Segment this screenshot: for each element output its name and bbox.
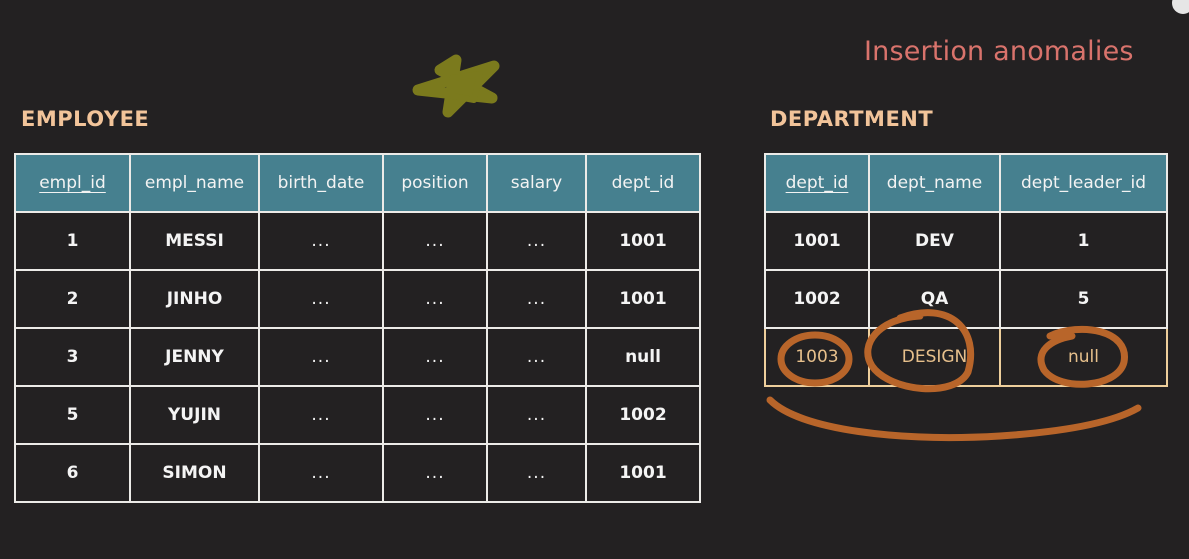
table-row: 5 YUJIN ... ... ... 1002 (14, 385, 701, 445)
column-header-label: dept_id (785, 173, 849, 193)
table-row: 2 JINHO ... ... ... 1001 (14, 269, 701, 329)
cell-salary: ... (486, 443, 587, 503)
table-row: 3 JENNY ... ... ... null (14, 327, 701, 387)
cell-dept-name: QA (868, 269, 1001, 329)
employee-table-label: EMPLOYEE (21, 107, 150, 131)
department-header-row: dept_id dept_name dept_leader_id (764, 153, 1168, 213)
cell-dept-id: null (585, 327, 701, 387)
cell-dept-id: 1002 (585, 385, 701, 445)
column-header-empl-name: empl_name (129, 153, 260, 213)
cell-position: ... (382, 211, 488, 271)
cell-birth-date: ... (258, 269, 384, 329)
cell-birth-date: ... (258, 385, 384, 445)
department-table-label: DEPARTMENT (770, 107, 934, 131)
cell-salary: ... (486, 327, 587, 387)
column-header-dept-leader-id: dept_leader_id (999, 153, 1168, 213)
cell-birth-date: ... (258, 443, 384, 503)
employee-header-row: empl_id empl_name birth_date position sa… (14, 153, 701, 213)
cell-position: ... (382, 327, 488, 387)
column-header-dept-name: dept_name (868, 153, 1001, 213)
cell-empl-name: MESSI (129, 211, 260, 271)
cell-dept-leader-id: 1 (999, 211, 1168, 271)
cell-empl-name: JENNY (129, 327, 260, 387)
cell-dept-id: 1001 (764, 211, 870, 271)
cell-empl-name: JINHO (129, 269, 260, 329)
cell-dept-id: 1001 (585, 443, 701, 503)
cell-position: ... (382, 269, 488, 329)
column-header-salary: salary (486, 153, 587, 213)
cell-dept-id: 1001 (585, 211, 701, 271)
cell-dept-leader-id: null (999, 327, 1168, 387)
cell-empl-id: 6 (14, 443, 131, 503)
cell-position: ... (382, 443, 488, 503)
cell-empl-id: 3 (14, 327, 131, 387)
table-row: 1001 DEV 1 (764, 211, 1168, 271)
cell-dept-leader-id: 5 (999, 269, 1168, 329)
cell-empl-name: SIMON (129, 443, 260, 503)
department-table: dept_id dept_name dept_leader_id 1001 DE… (764, 153, 1168, 387)
table-row-inserted: 1003 DESIGN null (764, 327, 1168, 387)
cell-dept-id: 1001 (585, 269, 701, 329)
cell-salary: ... (486, 269, 587, 329)
underline-swoosh (766, 396, 1142, 441)
info-icon[interactable] (1172, 0, 1189, 14)
column-header-empl-id: empl_id (14, 153, 131, 213)
cell-empl-id: 5 (14, 385, 131, 445)
slide: Insertion anomalies EMPLOYEE DEPARTMENT … (0, 0, 1189, 559)
column-header-dept-id: dept_id (764, 153, 870, 213)
slide-title: Insertion anomalies (864, 36, 1134, 67)
cell-birth-date: ... (258, 211, 384, 271)
cell-birth-date: ... (258, 327, 384, 387)
column-header-position: position (382, 153, 488, 213)
column-header-label: empl_id (39, 173, 106, 193)
cell-empl-name: YUJIN (129, 385, 260, 445)
column-header-dept-id: dept_id (585, 153, 701, 213)
cell-position: ... (382, 385, 488, 445)
cell-empl-id: 1 (14, 211, 131, 271)
cell-dept-name: DEV (868, 211, 1001, 271)
cell-dept-id: 1002 (764, 269, 870, 329)
cell-empl-id: 2 (14, 269, 131, 329)
cell-salary: ... (486, 385, 587, 445)
table-row: 1002 QA 5 (764, 269, 1168, 329)
cell-dept-id: 1003 (764, 327, 870, 387)
table-row: 1 MESSI ... ... ... 1001 (14, 211, 701, 271)
cell-salary: ... (486, 211, 587, 271)
employee-table: empl_id empl_name birth_date position sa… (14, 153, 701, 503)
column-header-birth-date: birth_date (258, 153, 384, 213)
table-row: 6 SIMON ... ... ... 1001 (14, 443, 701, 503)
star-scribble-icon (412, 54, 500, 118)
cell-dept-name: DESIGN (868, 327, 1001, 387)
